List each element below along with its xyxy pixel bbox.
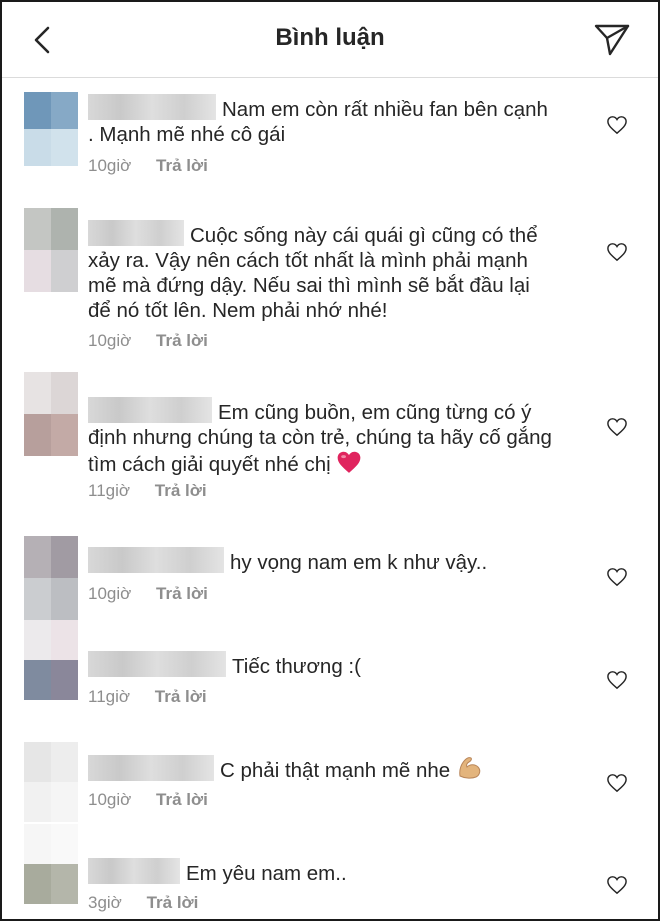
comment-body: Tiếc thương :( — [88, 651, 558, 679]
paper-plane-icon — [594, 24, 630, 56]
red-heart-icon — [338, 451, 361, 473]
comment-meta: 10giờ Trả lời — [88, 156, 208, 176]
comment-time: 11giờ — [88, 687, 131, 706]
username-redacted[interactable] — [88, 397, 212, 423]
reply-button[interactable]: Trả lời — [156, 790, 208, 810]
comment-time: 3giờ — [88, 893, 122, 912]
comments-screen: Bình luận Nam em còn rất nhiều fan bên c… — [0, 0, 660, 921]
comment-text: C phải thật mạnh mẽ nhe — [88, 754, 558, 786]
like-heart-icon[interactable] — [606, 567, 628, 587]
reply-button[interactable]: Trả lời — [147, 893, 199, 913]
comment-body: Nam em còn rất nhiều fan bên cạnh . Mạnh… — [88, 94, 558, 147]
like-heart-icon[interactable] — [606, 875, 628, 895]
comment-text: Em yêu nam em.. — [88, 858, 558, 886]
heart-emoji — [336, 450, 362, 480]
reply-button[interactable]: Trả lời — [155, 481, 207, 501]
page-title: Bình luận — [275, 24, 385, 51]
avatar[interactable] — [24, 742, 78, 822]
comment-text: Nam em còn rất nhiều fan bên cạnh . Mạnh… — [88, 94, 558, 147]
avatar[interactable] — [24, 372, 78, 456]
like-heart-icon[interactable] — [606, 670, 628, 690]
reply-button[interactable]: Trả lời — [156, 331, 208, 351]
username-redacted[interactable] — [88, 220, 184, 246]
comment-meta: 10giờ Trả lời — [88, 790, 208, 810]
comment-body: Cuộc sống này cái quái gì cũng có thể xả… — [88, 220, 558, 323]
username-redacted[interactable] — [88, 755, 214, 781]
comment-body: Em cũng buồn, em cũng từng có ý định như… — [88, 397, 558, 480]
comment-meta: 11giờ Trả lời — [88, 687, 207, 707]
reply-button[interactable]: Trả lời — [156, 584, 208, 604]
comment-time: 11giờ — [88, 481, 131, 500]
comment-meta: 3giờ Trả lời — [88, 893, 198, 913]
comment-text: Tiếc thương :( — [88, 651, 558, 679]
comment-meta: 10giờ Trả lời — [88, 584, 208, 604]
avatar[interactable] — [24, 824, 78, 904]
like-heart-icon[interactable] — [606, 115, 628, 135]
avatar[interactable] — [24, 208, 78, 292]
comment-time: 10giờ — [88, 584, 132, 603]
header-bar: Bình luận — [2, 2, 658, 78]
flexed-biceps-emoji — [456, 754, 484, 786]
like-heart-icon[interactable] — [606, 417, 628, 437]
comment-time: 10giờ — [88, 156, 132, 175]
username-redacted[interactable] — [88, 858, 180, 884]
comment-meta: 11giờ Trả lời — [88, 481, 207, 501]
reply-button[interactable]: Trả lời — [156, 156, 208, 176]
comment-time: 10giờ — [88, 331, 132, 350]
comment-body: Em yêu nam em.. — [88, 858, 558, 886]
comment-text: hy vọng nam em k như vậy.. — [88, 547, 558, 575]
avatar[interactable] — [24, 620, 78, 700]
username-redacted[interactable] — [88, 547, 224, 573]
comment-text: Cuộc sống này cái quái gì cũng có thể xả… — [88, 220, 558, 323]
comment-meta: 10giờ Trả lời — [88, 331, 208, 351]
username-redacted[interactable] — [88, 94, 216, 120]
avatar[interactable] — [24, 536, 78, 620]
reply-button[interactable]: Trả lời — [155, 687, 207, 707]
comment-body: C phải thật mạnh mẽ nhe — [88, 754, 558, 786]
username-redacted[interactable] — [88, 651, 226, 677]
avatar[interactable] — [24, 92, 78, 166]
like-heart-icon[interactable] — [606, 773, 628, 793]
flexed-biceps-icon — [459, 757, 481, 779]
like-heart-icon[interactable] — [606, 242, 628, 262]
share-button[interactable] — [590, 18, 634, 60]
comment-body: hy vọng nam em k như vậy.. — [88, 547, 558, 575]
comment-text: Em cũng buồn, em cũng từng có ý định như… — [88, 397, 558, 480]
comment-time: 10giờ — [88, 790, 132, 809]
